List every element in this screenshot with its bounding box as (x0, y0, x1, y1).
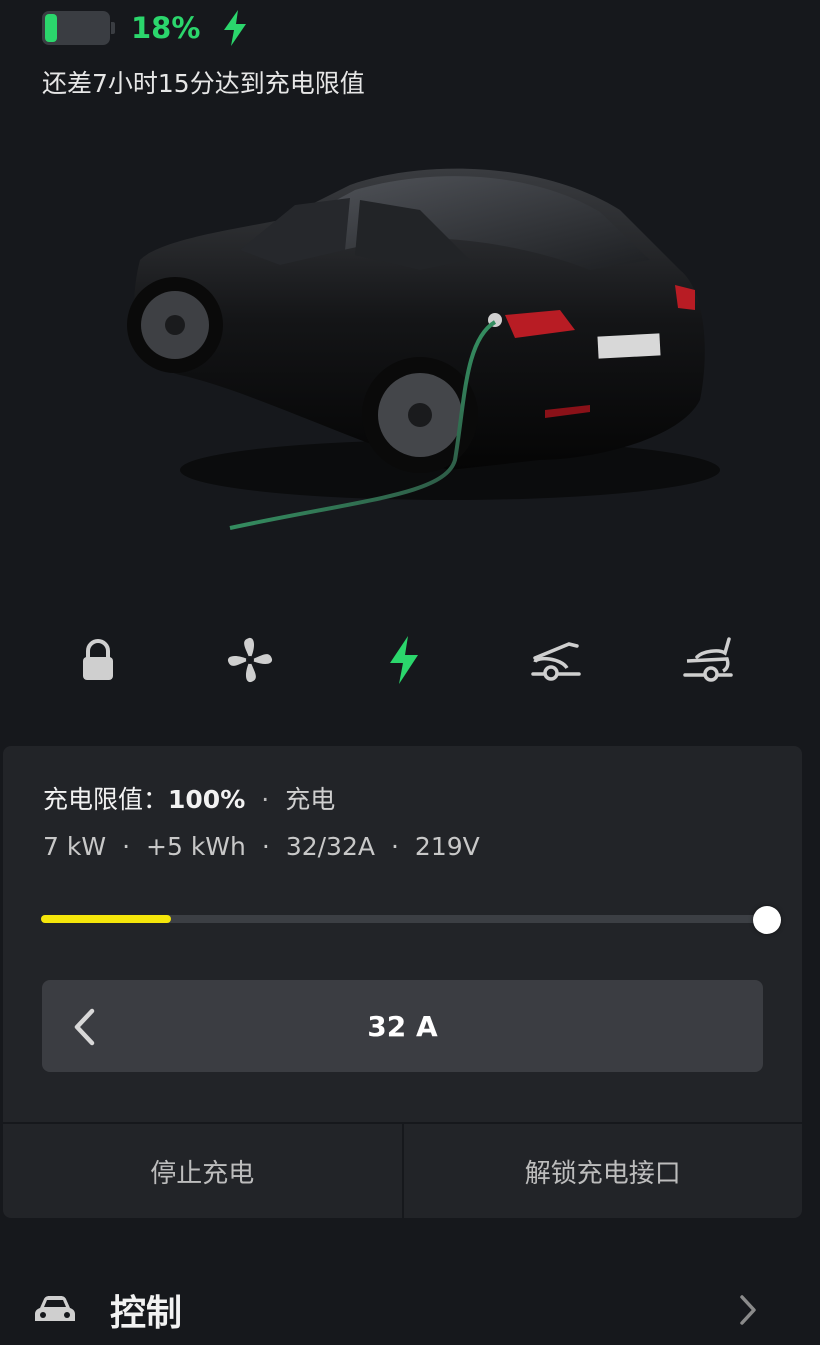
charge-bolt-icon[interactable] (374, 630, 434, 690)
separator-dot: · (122, 832, 131, 861)
battery-status: 18% (42, 10, 248, 46)
controls-nav-item[interactable]: 控制 (0, 1270, 820, 1345)
stop-charging-button[interactable]: 停止充电 (3, 1124, 402, 1218)
energy-added: +5 kWh (146, 832, 246, 861)
bolt-icon (222, 10, 248, 46)
time-to-limit: 还差7小时15分达到充电限值 (42, 69, 365, 98)
charge-power: 7 kW (43, 832, 107, 861)
charging-panel: 充电限值： 100% · 充电 7 kW · +5 kWh · 32/32A ·… (3, 746, 802, 1218)
charge-mode: 充电 (285, 785, 336, 814)
charge-limit-line: 充电限值： 100% · 充电 (43, 780, 335, 816)
slider-thumb[interactable] (753, 906, 781, 934)
charge-stats: 7 kW · +5 kWh · 32/32A · 219V (43, 832, 480, 861)
charge-voltage: 219V (414, 832, 480, 861)
fan-icon[interactable] (220, 630, 280, 690)
separator-dot: · (261, 832, 270, 861)
chevron-right-icon (738, 1294, 758, 1330)
charge-current: 32/32A (285, 832, 375, 861)
battery-icon (42, 11, 110, 45)
charge-actions: 停止充电 解锁充电接口 (3, 1122, 802, 1218)
charge-limit-label: 充电限值： (43, 785, 169, 814)
separator-dot: · (390, 832, 399, 861)
lock-icon[interactable] (68, 630, 128, 690)
quick-controls (0, 630, 820, 690)
trunk-icon[interactable] (678, 630, 738, 690)
car-image (120, 150, 720, 550)
charge-limit-slider[interactable] (41, 906, 781, 934)
decrease-amps-button[interactable] (72, 1008, 96, 1050)
unlock-charge-port-button[interactable]: 解锁充电接口 (401, 1124, 803, 1218)
separator-dot: · (261, 785, 270, 814)
charge-limit-value: 100% (168, 785, 246, 814)
control-label: 控制 (110, 1293, 183, 1334)
car-icon (34, 1294, 76, 1330)
amperage-value: 32 A (367, 1009, 438, 1043)
frunk-icon[interactable] (526, 630, 586, 690)
amperage-selector: 32 A (42, 980, 763, 1072)
current-charge-fill (41, 915, 171, 923)
battery-percent: 18% (131, 11, 201, 45)
